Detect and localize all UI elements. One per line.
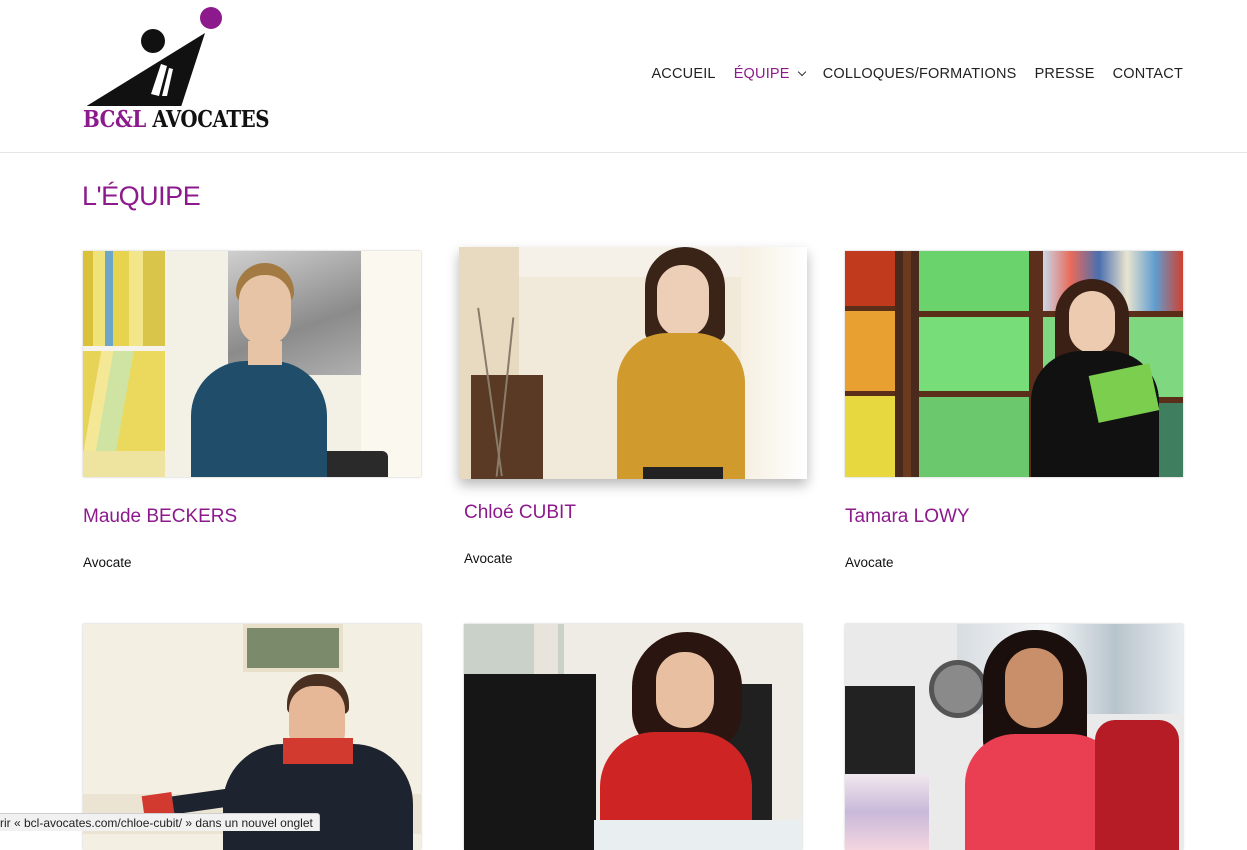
- team-member-name[interactable]: Maude BECKERS: [83, 506, 237, 528]
- nav-contact[interactable]: CONTACT: [1113, 66, 1183, 82]
- team-card[interactable]: Tamara LOWY Avocate: [845, 251, 1183, 570]
- team-member-name[interactable]: Chloé CUBIT: [464, 502, 576, 524]
- team-photo[interactable]: [845, 624, 1183, 850]
- team-photo[interactable]: [464, 624, 802, 850]
- team-card[interactable]: Maude BECKERS Avocate: [83, 251, 421, 570]
- logo-text-and-l: &L: [114, 106, 146, 133]
- site-header: BC&L AVOCATES ACCUEIL ÉQUIPE COLLOQUES/F…: [0, 0, 1247, 153]
- team-member-role: Avocate: [464, 551, 513, 566]
- status-bar-link-preview: rir « bcl-avocates.com/chloe-cubit/ » da…: [0, 813, 320, 831]
- team-photo[interactable]: [83, 251, 421, 477]
- team-member-role: Avocate: [845, 555, 894, 570]
- team-member-name[interactable]: Tamara LOWY: [845, 506, 970, 528]
- team-member-role: Avocate: [83, 555, 132, 570]
- logo-wordmark: BC&L AVOCATES: [83, 106, 270, 133]
- logo-text-avocates: AVOCATES: [152, 106, 270, 133]
- site-logo[interactable]: BC&L AVOCATES: [83, 6, 270, 136]
- status-url: bcl-avocates.com/chloe-cubit/: [24, 816, 183, 830]
- nav-accueil[interactable]: ACCUEIL: [651, 66, 715, 82]
- team-card[interactable]: [464, 624, 802, 850]
- nav-colloques-formations[interactable]: COLLOQUES/FORMATIONS: [823, 66, 1017, 82]
- team-photo[interactable]: [459, 247, 807, 479]
- nav-equipe[interactable]: ÉQUIPE: [733, 66, 806, 82]
- nav-equipe-label: ÉQUIPE: [733, 66, 790, 82]
- page-title: L'ÉQUIPE: [82, 181, 201, 211]
- status-text-suffix: » dans un nouvel onglet: [182, 816, 313, 830]
- main-nav: ACCUEIL ÉQUIPE COLLOQUES/FORMATIONS PRES…: [633, 66, 1183, 82]
- status-text-prefix: rir «: [0, 816, 24, 830]
- team-photo[interactable]: [845, 251, 1183, 477]
- logo-text-bc: BC: [83, 106, 115, 133]
- chevron-down-icon: [797, 67, 806, 77]
- team-card[interactable]: [845, 624, 1183, 850]
- team-card[interactable]: Chloé CUBIT Avocate: [459, 247, 807, 566]
- nav-presse[interactable]: PRESSE: [1035, 66, 1095, 82]
- logo-graphic-icon: [85, 7, 222, 107]
